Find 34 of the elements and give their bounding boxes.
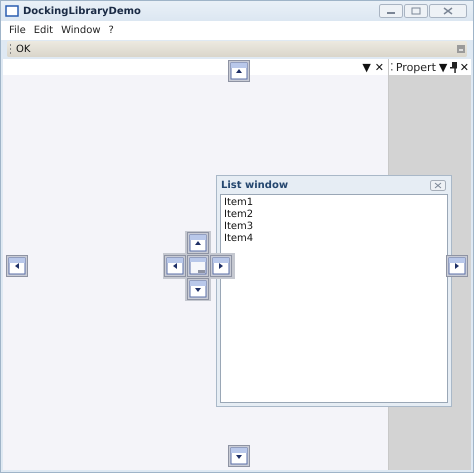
list-item[interactable]: Item2 [224,209,254,221]
grip-icon [9,44,12,54]
dock-guide-icon[interactable] [228,445,250,467]
dock-guide-icon[interactable] [187,232,209,254]
pin-icon[interactable] [450,62,457,72]
pane-button[interactable]: ✕ [372,62,386,72]
overflow-icon [457,45,465,53]
close-button[interactable] [429,4,467,18]
window-title: DockingLibraryDemo [23,6,141,16]
dock-guide-icon[interactable] [446,255,468,277]
dock-guide-icon[interactable] [210,255,232,277]
maximize-button[interactable] [404,4,428,18]
dock-guide-icon[interactable] [187,278,209,300]
pane-button[interactable]: ▼ [360,62,373,72]
dock-guide-icon[interactable] [164,255,186,277]
menu-item[interactable]: File [9,25,26,36]
close-button[interactable] [430,180,446,190]
window-title: List window [221,180,288,190]
pane-button[interactable]: ✕ [458,62,471,72]
list-item[interactable]: Item4 [224,233,254,245]
app-icon [5,5,19,17]
list-item[interactable]: Item1 [224,197,254,209]
menu-item[interactable]: ? [108,25,114,36]
menu-item[interactable]: Window [61,25,101,36]
dock-center-icon[interactable] [187,255,209,277]
grip-icon [391,63,395,71]
list-item[interactable]: Item3 [224,221,254,233]
pane-title: Propert [396,60,436,74]
pane-button[interactable]: ▼ [436,62,450,72]
minimize-button[interactable] [379,4,403,18]
dock-guide-icon[interactable] [228,60,250,82]
menu-item[interactable]: Edit [34,25,54,36]
dock-guide-icon[interactable] [6,255,28,277]
ok-button[interactable]: OK [14,44,32,54]
